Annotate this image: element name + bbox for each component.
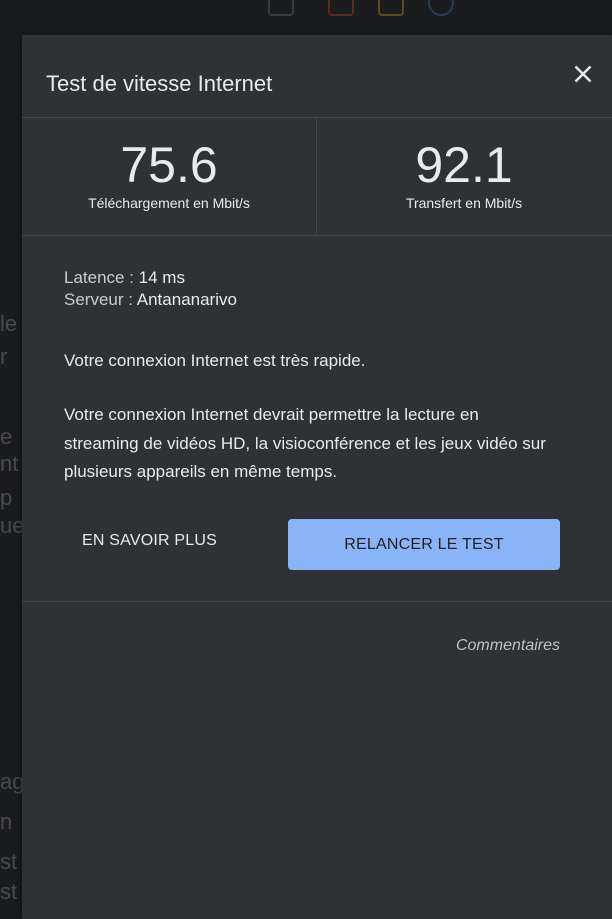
speed-details: Votre connexion Internet devrait permett… (64, 405, 546, 481)
learn-more-button[interactable]: EN SAVOIR PLUS (82, 532, 262, 562)
background-text-fragment: le (0, 311, 18, 336)
dialog-title: Test de vitesse Internet (46, 71, 273, 96)
background-close-icon (268, 0, 294, 16)
background-mic-icon (328, 0, 354, 16)
background-text-fragment: p (0, 485, 13, 510)
download-speed-value: 75.6 (120, 137, 218, 193)
background-text-fragment: st (0, 849, 18, 874)
background-toolbar-icons (260, 0, 520, 24)
latency-value: 14 ms (138, 268, 185, 287)
server-value: Antananarivo (136, 290, 237, 309)
background-text-fragment: r (0, 344, 8, 369)
download-result: 75.6 Téléchargement en Mbit/s (22, 118, 317, 235)
dialog-header: Test de vitesse Internet (22, 35, 612, 118)
retest-button[interactable]: RELANCER LE TEST (288, 519, 560, 570)
background-text-fragment: e (0, 424, 13, 449)
background-text-fragment: n (0, 809, 13, 834)
background-text-fragment: ue (0, 513, 25, 538)
feedback-link[interactable]: Commentaires (456, 637, 560, 655)
close-icon (574, 65, 592, 83)
background-text-fragment: st (0, 879, 18, 904)
upload-result: 92.1 Transfert en Mbit/s (317, 118, 611, 235)
speed-summary: Votre connexion Internet est très rapide… (64, 351, 366, 370)
upload-speed-label: Transfert en Mbit/s (405, 195, 523, 211)
connection-info: Latence : 14 ms Serveur : Antananarivo (64, 267, 574, 311)
divider (22, 601, 612, 602)
latency-row: Latence : 14 ms (64, 267, 574, 289)
speed-test-dialog: Test de vitesse Internet 75.6 Télécharge… (22, 35, 612, 919)
speed-results: 75.6 Téléchargement en Mbit/s 92.1 Trans… (22, 118, 612, 236)
close-button[interactable] (568, 59, 598, 89)
background-search-icon (428, 0, 454, 16)
background-camera-icon (378, 0, 404, 16)
download-speed-label: Téléchargement en Mbit/s (88, 195, 250, 211)
background-text-fragment: nt (0, 451, 19, 476)
background-text-fragment: ag (0, 769, 25, 794)
server-row: Serveur : Antananarivo (64, 289, 574, 311)
server-label: Serveur : (64, 290, 137, 309)
upload-speed-value: 92.1 (415, 137, 513, 193)
latency-label: Latence : (64, 268, 139, 287)
